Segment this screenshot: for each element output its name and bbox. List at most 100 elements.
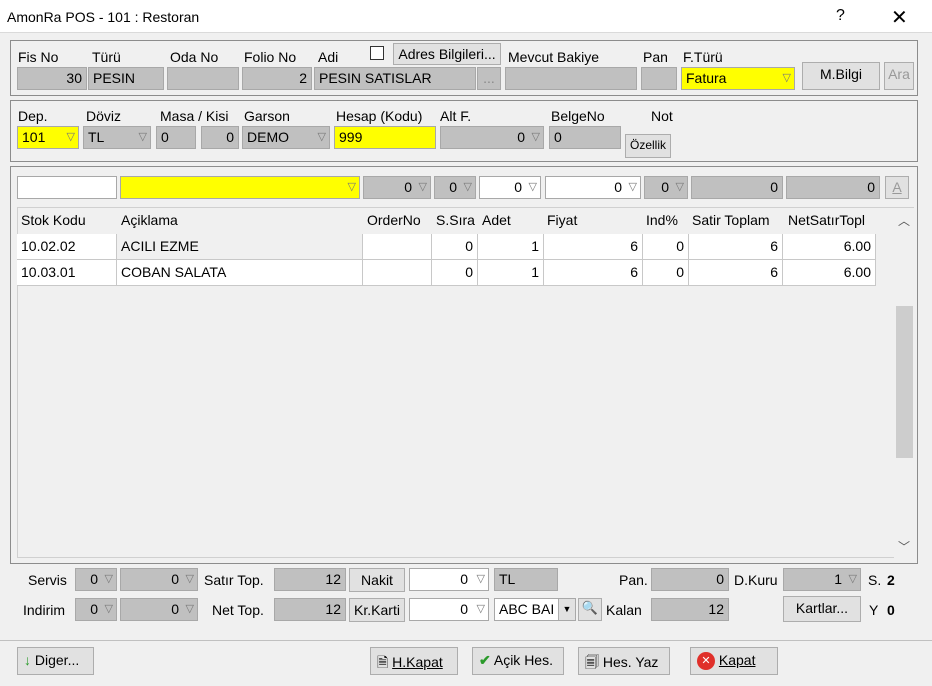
fiyat-value: 0 <box>614 179 622 195</box>
a-button[interactable]: A <box>885 176 909 199</box>
ozellik-button[interactable]: Özellik <box>625 134 671 158</box>
fis-no-field[interactable]: 30 <box>17 67 87 90</box>
h-kapat-label: H.Kapat <box>392 654 443 670</box>
col-stok-kodu[interactable]: Stok Kodu <box>21 212 86 228</box>
close-button[interactable]: ✕ <box>891 5 908 30</box>
indirim-select-2[interactable]: 0 ▽ <box>120 598 198 621</box>
indirim-value-1: 0 <box>90 601 98 617</box>
kr-karti-button[interactable]: Kr.Karti <box>349 598 405 622</box>
row-order-no <box>363 234 432 260</box>
kisi-field[interactable]: 0 <box>201 126 239 149</box>
chevron-down-icon: ▽ <box>628 181 637 193</box>
window-title: AmonRa POS - 101 : Restoran <box>7 9 200 25</box>
nakit-button[interactable]: Nakit <box>349 568 405 592</box>
oda-no-field[interactable] <box>167 67 239 90</box>
currency-field[interactable]: TL <box>494 568 558 591</box>
adres-checkbox[interactable] <box>370 46 384 60</box>
alt-f-select[interactable]: 0 ▽ <box>440 126 544 149</box>
diger-button[interactable]: ↓ Diger... <box>17 647 94 675</box>
ind-select[interactable]: 0 ▽ <box>644 176 688 199</box>
indirim-select-1[interactable]: 0 ▽ <box>75 598 117 621</box>
satir-toplam-field[interactable]: 0 <box>691 176 783 199</box>
table-row[interactable]: 10.03.01 COBAN SALATA 0 1 6 0 6 6.00 <box>17 260 876 286</box>
adi-lookup-button[interactable]: ... <box>477 67 501 90</box>
ind-value: 0 <box>661 179 669 195</box>
help-button[interactable]: ? <box>836 7 845 25</box>
pan-label: Pan <box>643 49 668 65</box>
kapat-button[interactable]: ✕ Kapat <box>690 647 778 675</box>
ara-button[interactable]: Ara <box>884 62 914 90</box>
garson-select[interactable]: DEMO ▽ <box>242 126 330 149</box>
belge-no-field[interactable]: 0 <box>549 126 621 149</box>
fiyat-select[interactable]: 0 ▽ <box>545 176 641 199</box>
mevcut-bakiye-field[interactable] <box>505 67 637 90</box>
dep-select[interactable]: 101 ▽ <box>17 126 79 149</box>
col-order-no[interactable]: OrderNo <box>367 212 421 228</box>
nakit-amount: 0 <box>460 571 468 587</box>
adres-bilgileri-button[interactable]: Adres Bilgileri... <box>393 43 501 65</box>
kapat-label: Kapat <box>718 652 756 668</box>
chevron-down-icon: ▽ <box>463 181 472 193</box>
stok-kodu-input[interactable] <box>17 176 117 199</box>
chevron-down-icon: ▽ <box>104 573 113 585</box>
s-sira-select[interactable]: 0 ▽ <box>434 176 476 199</box>
chevron-down-icon: ▽ <box>476 603 485 615</box>
belge-no-label: BelgeNo <box>551 108 605 124</box>
folio-no-field[interactable]: 2 <box>242 67 312 90</box>
pan-total-field[interactable]: 0 <box>651 568 729 591</box>
servis-value-1: 0 <box>90 571 98 587</box>
row-aciklama: COBAN SALATA <box>117 260 363 286</box>
col-aciklama[interactable]: Açiklama <box>121 212 178 228</box>
chevron-down-icon: ▽ <box>848 573 857 585</box>
masa-kisi-label: Masa / Kisi <box>160 108 229 124</box>
kalan-field[interactable]: 12 <box>651 598 729 621</box>
col-fiyat[interactable]: Fiyat <box>547 212 577 228</box>
masa-field[interactable]: 0 <box>156 126 196 149</box>
aciklama-select[interactable]: ▽ <box>120 176 360 199</box>
col-satir-toplam[interactable]: Satir Toplam <box>692 212 780 228</box>
turu-label: Türü <box>92 49 121 65</box>
table-row[interactable]: 10.02.02 ACILI EZME 0 1 6 0 6 6.00 <box>17 234 876 260</box>
s-value: 2 <box>887 572 895 588</box>
bank-lookup-button[interactable]: 🔍 <box>578 598 602 621</box>
scrollbar-thumb[interactable] <box>896 306 913 458</box>
oda-no-label: Oda No <box>170 49 219 65</box>
nakit-amount-select[interactable]: 0 ▽ <box>409 568 489 591</box>
fturu-select[interactable]: Fatura ▽ <box>681 67 795 90</box>
chevron-down-icon: ▽ <box>66 131 75 143</box>
net-top-field[interactable]: 12 <box>274 598 346 621</box>
col-s-sira[interactable]: S.Sıra <box>436 212 476 228</box>
row-ind: 0 <box>643 234 689 260</box>
hes-yaz-button[interactable]: 🗐 Hes. Yaz <box>578 647 670 675</box>
pan-field[interactable] <box>641 67 677 90</box>
net-satir-field[interactable]: 0 <box>786 176 880 199</box>
turu-field[interactable]: PESIN <box>88 67 164 90</box>
doviz-select[interactable]: TL ▽ <box>83 126 151 149</box>
col-ind[interactable]: Ind% <box>646 212 678 228</box>
servis-select-2[interactable]: 0 ▽ <box>120 568 198 591</box>
col-adet[interactable]: Adet <box>482 212 511 228</box>
scroll-down-icon[interactable]: ﹀ <box>898 538 910 555</box>
hesap-field[interactable]: 999 <box>334 126 436 149</box>
scroll-up-icon[interactable]: ︿ <box>898 212 910 229</box>
servis-label: Servis <box>28 572 67 588</box>
kartlar-button[interactable]: Kartlar... <box>783 596 861 622</box>
m-bilgi-button[interactable]: M.Bilgi <box>802 62 880 90</box>
acik-hes-button[interactable]: ✔ Açik Hes. <box>472 647 564 675</box>
servis-select-1[interactable]: 0 ▽ <box>75 568 117 591</box>
bank-select[interactable]: ABC BAI ▼ <box>494 598 576 621</box>
row-s-sira: 0 <box>432 234 478 260</box>
not-label: Not <box>651 108 673 124</box>
adi-field[interactable]: PESIN SATISLAR <box>314 67 476 90</box>
adet-select[interactable]: 0 ▽ <box>479 176 541 199</box>
order-no-select[interactable]: 0 ▽ <box>363 176 431 199</box>
d-kuru-select[interactable]: 1 ▽ <box>783 568 861 591</box>
adet-value: 0 <box>514 179 522 195</box>
col-net-satir[interactable]: NetSatırTopl <box>788 212 876 228</box>
kr-amount: 0 <box>460 601 468 617</box>
cancel-icon: ✕ <box>697 652 715 671</box>
s-sira-value: 0 <box>449 179 457 195</box>
h-kapat-button[interactable]: 🗎 H.Kapat <box>370 647 458 675</box>
satir-top-field[interactable]: 12 <box>274 568 346 591</box>
kr-amount-select[interactable]: 0 ▽ <box>409 598 489 621</box>
